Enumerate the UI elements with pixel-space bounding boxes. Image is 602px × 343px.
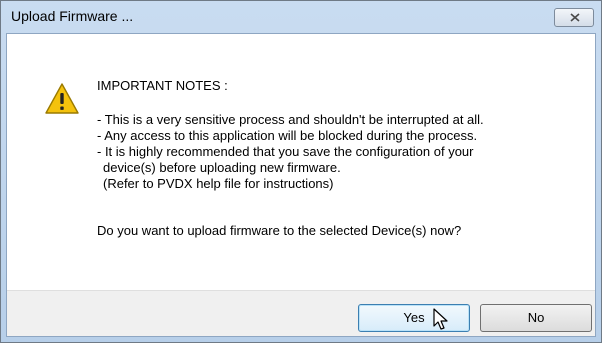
yes-button[interactable]: Yes — [358, 304, 470, 332]
window-title: Upload Firmware ... — [11, 8, 134, 24]
no-button[interactable]: No — [480, 304, 592, 332]
upload-firmware-dialog: Upload Firmware ... IMPORTANT NOTES : - … — [0, 0, 602, 343]
button-bar: Yes No — [7, 290, 595, 336]
notes-list: - This is a very sensitive process and s… — [97, 112, 577, 192]
note-line: - This is a very sensitive process and s… — [97, 112, 484, 127]
note-line: device(s) before uploading new firmware. — [103, 160, 341, 175]
dialog-body: IMPORTANT NOTES : - This is a very sensi… — [6, 33, 596, 337]
warning-triangle-icon — [45, 83, 79, 114]
title-bar[interactable]: Upload Firmware ... — [1, 1, 601, 33]
note-line: - Any access to this application will be… — [97, 128, 478, 143]
note-line: (Refer to PVDX help file for instruction… — [103, 176, 334, 191]
close-icon — [570, 13, 580, 22]
notes-heading: IMPORTANT NOTES : — [97, 78, 228, 93]
confirm-question: Do you want to upload firmware to the se… — [97, 223, 462, 238]
note-line: - It is highly recommended that you save… — [97, 144, 474, 159]
close-button[interactable] — [554, 8, 594, 27]
mouse-pointer-icon — [433, 308, 448, 330]
